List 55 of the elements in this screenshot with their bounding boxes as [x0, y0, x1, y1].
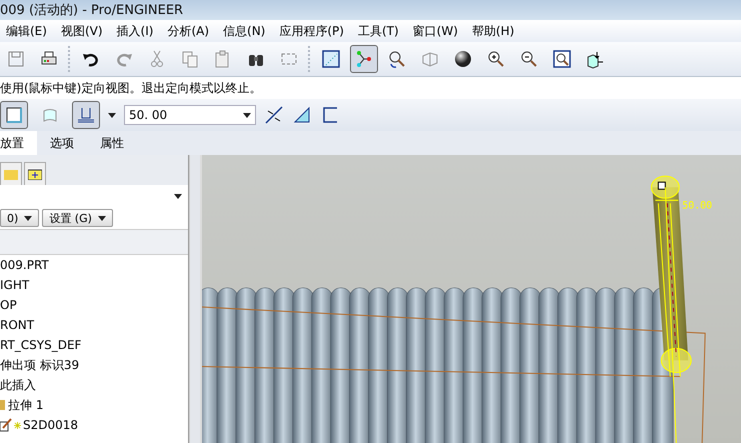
tree-item[interactable]: RONT [0, 318, 34, 332]
spin-center-icon [387, 49, 407, 69]
asterisk-icon [14, 422, 21, 428]
menu-item[interactable]: 分析(A) [167, 22, 210, 40]
depth-field[interactable]: 50. 00 [124, 105, 256, 125]
flip-direction-icon[interactable] [264, 105, 284, 125]
blind-depth-icon [76, 106, 96, 124]
panel-tab[interactable]: 属性 [87, 131, 137, 155]
plane-display-icon [321, 49, 341, 69]
caret-icon [174, 194, 182, 198]
solid-button[interactable] [0, 101, 28, 129]
folder-tab[interactable] [24, 162, 46, 185]
coordinate-axes-icon [354, 49, 374, 69]
tree-item[interactable]: IGHT [0, 278, 30, 292]
menu-item[interactable]: 应用程序(P) [279, 22, 344, 40]
tree-item[interactable]: OP [0, 298, 17, 312]
menu-item[interactable]: 帮助(H) [472, 22, 514, 40]
extrude-icon [0, 398, 6, 412]
remove-material-icon[interactable] [292, 105, 312, 125]
window-title: 009 (活动的) - Pro/ENGINEER [0, 0, 741, 20]
scrollbar[interactable] [189, 155, 200, 443]
menu-item[interactable]: 编辑(E) [6, 22, 47, 40]
zoom-in-icon [486, 49, 506, 69]
filter-button[interactable]: 设置 (G) [42, 209, 113, 227]
folder-icon [28, 168, 42, 180]
tree-item[interactable]: 此插入 [0, 376, 36, 394]
caret-icon [98, 216, 106, 220]
tree-item[interactable]: 伸出项 标识39 [0, 356, 80, 374]
menu-item[interactable]: 工具(T) [358, 22, 399, 40]
menu-item[interactable]: 视图(V) [60, 22, 103, 40]
zoom-fit-icon [552, 49, 572, 69]
folder-icon [4, 168, 18, 180]
depth-option-button[interactable] [72, 101, 100, 129]
tree-item[interactable]: 拉伸 1 [8, 396, 44, 414]
copy-icon [180, 49, 200, 69]
caret-icon [108, 112, 116, 118]
dimension-value: 50.00 [682, 200, 712, 212]
menu-item[interactable]: 信息(N) [223, 22, 266, 40]
menu-item[interactable]: 窗口(W) [412, 22, 458, 40]
filter-button[interactable]: 0) [0, 209, 40, 227]
save-icon [6, 49, 26, 69]
caret-icon [24, 216, 32, 220]
panel-tab[interactable]: 放置 [0, 131, 37, 155]
view-cube-icon [585, 49, 605, 69]
zoom-out-icon [519, 49, 539, 69]
message-text: 使用(鼠标中键)定向视图。退出定向模式以终止。 [0, 77, 741, 99]
caret-icon [243, 112, 251, 118]
tree-item[interactable]: S2D0018 [23, 418, 78, 432]
surface-icon [41, 106, 59, 124]
tree-item[interactable]: RT_CSYS_DEF [0, 338, 82, 352]
panel-tab[interactable]: 选项 [37, 131, 87, 155]
sphere-icon [453, 49, 473, 69]
tree-item[interactable]: 009.PRT [0, 258, 49, 272]
solid-block-icon [5, 106, 23, 124]
menu-item[interactable]: 插入(I) [116, 22, 154, 40]
